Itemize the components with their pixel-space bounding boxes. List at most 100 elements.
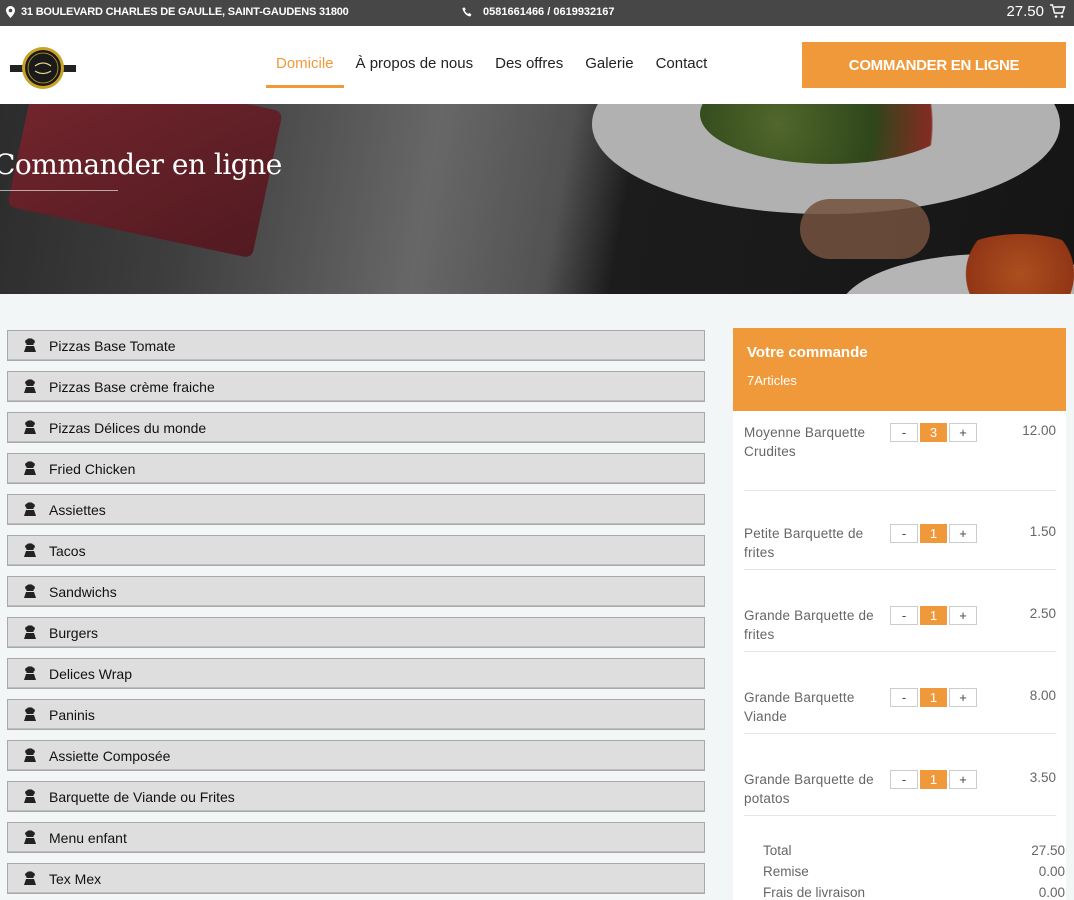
decrease-qty-button[interactable]: - [890,688,918,707]
totals-value: 27.50 [1031,843,1065,858]
order-totals: Total 27.50 Remise 0.00 Frais de livraison 0.… [763,843,1065,900]
chef-hat-icon [22,378,38,395]
chef-hat-icon [22,788,38,805]
order-line-item: Petite Barquette de frites -1 +1.50 [744,524,1056,570]
totals-row: Frais de livraison 0.00 [763,885,1065,900]
increase-qty-button[interactable]: + [949,423,977,442]
phone-text[interactable]: 0581661466 / 0619932167 [483,6,615,18]
item-name: Grande Barquette Viande [744,690,855,724]
quantity-stepper: -3 + [890,423,977,442]
order-online-button[interactable]: COMMANDER EN LIGNE [802,42,1066,88]
category-item[interactable]: Sandwichs [7,576,705,607]
category-label: Fried Chicken [49,460,136,477]
decrease-qty-button[interactable]: - [890,524,918,543]
hero-overlay [0,104,1074,294]
increase-qty-button[interactable]: + [949,688,977,707]
item-name: Grande Barquette de potatos [744,772,874,806]
address-block: 31 BOULEVARD CHARLES DE GAULLE, SAINT-GA… [6,6,349,18]
category-label: Menu enfant [49,829,127,846]
decrease-qty-button[interactable]: - [890,606,918,625]
chef-hat-icon [22,624,38,641]
category-item[interactable]: Burgers [7,617,705,648]
increase-qty-button[interactable]: + [949,770,977,789]
totals-row: Remise 0.00 [763,864,1065,885]
totals-row: Total 27.50 [763,843,1065,864]
phone-block: 0581661466 / 0619932167 [462,6,615,18]
order-item-count: 7Articles [747,373,797,388]
restaurant-logo[interactable] [10,46,76,90]
category-label: Paninis [49,706,95,723]
address-text: 31 BOULEVARD CHARLES DE GAULLE, SAINT-GA… [21,6,349,18]
category-item[interactable]: Pizzas Base Tomate [7,330,705,361]
page-title: Commander en ligne [0,148,282,181]
category-item[interactable]: Pizzas Délices du monde [7,412,705,443]
chef-hat-icon [22,706,38,723]
cart-total: 27.50 [1006,3,1044,20]
chef-hat-icon [22,870,38,887]
nav-a-propos[interactable]: À propos de nous [345,54,485,88]
category-label: Pizzas Délices du monde [49,419,207,436]
totals-label: Remise [763,864,809,879]
chef-hat-icon [22,419,38,436]
item-name: Petite Barquette de frites [744,526,864,560]
category-list: Pizzas Base Tomate Pizzas Base crème frai… [7,330,705,900]
item-quantity: 1 [920,688,947,707]
category-item[interactable]: Fried Chicken [7,453,705,484]
main-nav: Domicile À propos de nous Des offres Gal… [265,54,718,88]
category-label: Delices Wrap [49,665,132,682]
category-item[interactable]: Assiettes [7,494,705,525]
order-panel: Votre commande 7Articles Total 27.50 Remis… [733,328,1066,900]
category-label: Sandwichs [49,583,117,600]
category-item[interactable]: Tacos [7,535,705,566]
increase-qty-button[interactable]: + [949,606,977,625]
quantity-stepper: -1 + [890,524,977,543]
category-label: Burgers [49,624,99,641]
item-price: 1.50 [1029,524,1056,539]
item-price: 12.00 [1022,423,1056,438]
nav-domicile[interactable]: Domicile [265,54,345,88]
nav-contact[interactable]: Contact [645,54,719,88]
chef-hat-icon [22,665,38,682]
phone-icon [462,6,473,18]
order-line-item: Moyenne Barquette Crudites -3 +12.00 [744,423,1056,491]
category-item[interactable]: Assiette Composée [7,740,705,771]
order-header: Votre commande 7Articles [733,328,1066,411]
category-label: Barquette de Viande ou Frites [49,788,235,805]
category-label: Tacos [49,542,86,559]
item-quantity: 1 [920,770,947,789]
totals-value: 0.00 [1038,885,1065,900]
item-price: 3.50 [1029,770,1056,785]
item-price: 8.00 [1029,688,1056,703]
order-line-item: Grande Barquette Viande -1 +8.00 [744,688,1056,734]
totals-value: 0.00 [1038,864,1065,879]
nav-galerie[interactable]: Galerie [574,54,644,88]
item-name: Moyenne Barquette Crudites [744,425,866,459]
item-quantity: 1 [920,606,947,625]
decrease-qty-button[interactable]: - [890,770,918,789]
category-item[interactable]: Barquette de Viande ou Frites [7,781,705,812]
category-label: Assiette Composée [49,747,171,764]
order-title: Votre commande [747,344,868,361]
category-item[interactable]: Menu enfant [7,822,705,853]
category-label: Pizzas Base crème fraiche [49,378,215,395]
category-item[interactable]: Pizzas Base crème fraiche [7,371,705,402]
cart-summary[interactable]: 27.50 [1006,3,1066,20]
decrease-qty-button[interactable]: - [890,423,918,442]
category-item[interactable]: Tex Mex [7,863,705,894]
top-info-bar: 31 BOULEVARD CHARLES DE GAULLE, SAINT-GA… [0,0,1074,26]
chef-hat-icon [22,337,38,354]
increase-qty-button[interactable]: + [949,524,977,543]
chef-hat-icon [22,542,38,559]
category-label: Pizzas Base Tomate [49,337,176,354]
category-item[interactable]: Paninis [7,699,705,730]
cart-icon[interactable] [1050,4,1066,19]
chef-hat-icon [22,583,38,600]
item-quantity: 3 [920,423,947,442]
category-label: Tex Mex [49,870,102,887]
category-item[interactable]: Delices Wrap [7,658,705,689]
order-line-item: Grande Barquette de frites -1 +2.50 [744,606,1056,652]
nav-offres[interactable]: Des offres [484,54,574,88]
item-quantity: 1 [920,524,947,543]
chef-hat-icon [22,460,38,477]
location-pin-icon [6,6,15,18]
